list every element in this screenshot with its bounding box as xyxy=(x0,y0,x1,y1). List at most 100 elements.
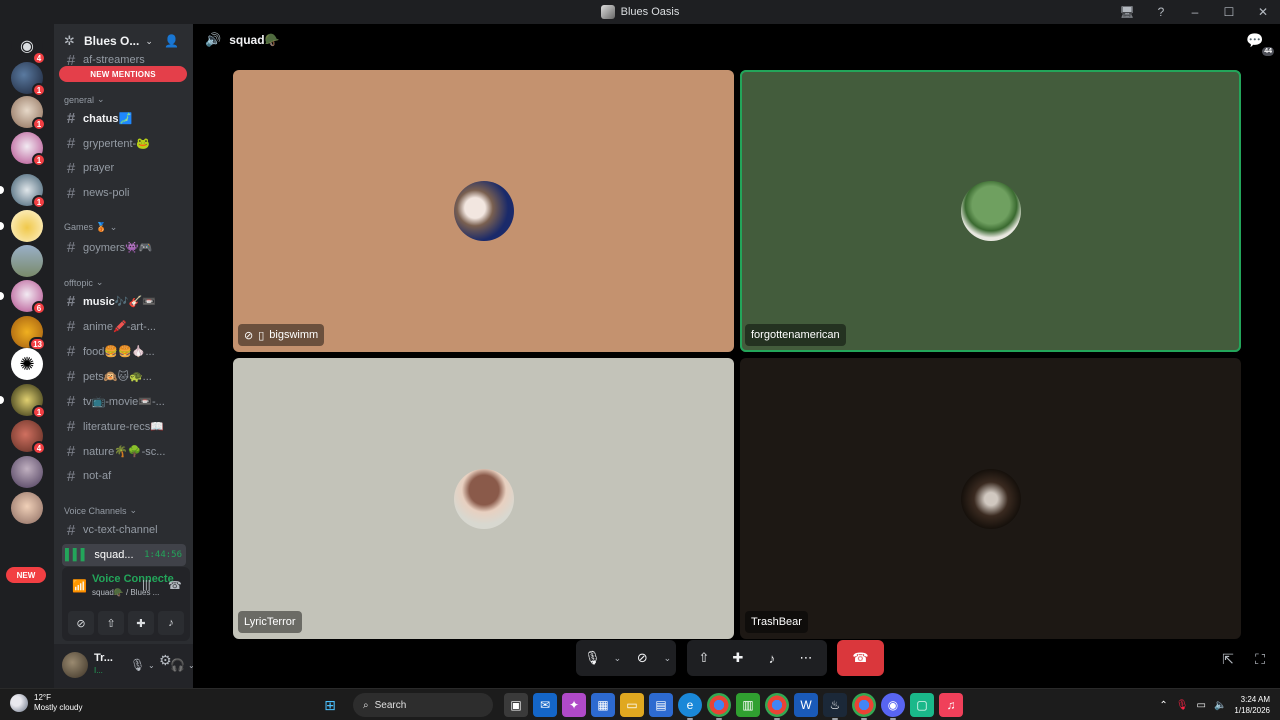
minimize-button[interactable]: – xyxy=(1178,0,1212,24)
chevron-down-icon[interactable]: ⌄ xyxy=(148,661,155,670)
participant-tile[interactable]: forgottenamerican xyxy=(740,70,1241,352)
excel-icon[interactable]: ▥ xyxy=(736,693,760,717)
server-icon[interactable]: 13 xyxy=(11,316,46,351)
chrome-icon[interactable] xyxy=(707,693,731,720)
category-offtopic[interactable]: offtopic ⌄ xyxy=(64,277,103,288)
channel-item[interactable]: # literature-recs📖 xyxy=(62,415,186,437)
user-name[interactable]: Tr... xyxy=(94,652,113,664)
server-icon[interactable]: 6 xyxy=(0,280,46,315)
invite-people-icon[interactable]: 👤 xyxy=(164,34,179,48)
channel-item[interactable]: # grypertent-🐸 xyxy=(62,132,186,154)
server-icon[interactable] xyxy=(11,245,43,277)
screen-share-button[interactable]: ⇧ xyxy=(98,611,124,635)
participant-tile[interactable]: ⊘ ▯ bigswimm xyxy=(233,70,734,352)
microphone-icon[interactable]: 🎙 xyxy=(130,658,145,672)
server-icon[interactable]: 1 xyxy=(11,62,46,97)
steam-icon[interactable]: ♨ xyxy=(823,693,847,720)
user-settings-icon[interactable]: ⚙ xyxy=(159,652,172,669)
copilot-icon[interactable]: ✦ xyxy=(562,693,586,717)
noise-suppression-icon[interactable]: ||| xyxy=(142,579,151,591)
category-name: Games 🥉 xyxy=(64,222,107,232)
help-icon[interactable]: ? xyxy=(1144,0,1178,24)
music-icon[interactable]: ♫ xyxy=(939,693,963,717)
screen-share-button[interactable]: ⇧ xyxy=(687,640,721,676)
store-icon[interactable]: ▦ xyxy=(591,693,615,717)
word-icon[interactable]: W xyxy=(794,693,818,717)
start-button[interactable]: ⊞ xyxy=(318,693,342,717)
camera-options-button[interactable]: ⌄ xyxy=(659,640,676,676)
outlook-icon[interactable]: ✉ xyxy=(533,693,557,717)
home-button[interactable]: ◉ 4 xyxy=(11,30,46,65)
channel-item[interactable]: # not-af xyxy=(62,465,186,487)
server-icon[interactable]: 1 xyxy=(11,132,46,167)
soundboard-button[interactable]: ♪ xyxy=(158,611,184,635)
server-icon[interactable] xyxy=(0,210,43,242)
camera-button[interactable]: ⊘ xyxy=(626,640,659,676)
server-icon[interactable]: 4 xyxy=(11,420,46,455)
activities-button[interactable]: ✚ xyxy=(128,611,154,635)
fullscreen-button[interactable]: ⛶ xyxy=(1250,649,1270,669)
chrome-app-icon[interactable] xyxy=(852,693,876,720)
display-icon[interactable]: ▭ xyxy=(1197,700,1206,711)
channel-item[interactable]: # tv📺-movie📼-... xyxy=(62,390,186,412)
channel-item[interactable]: # pets🙉🐱🐢... xyxy=(62,365,186,387)
category-games[interactable]: Games 🥉 ⌄ xyxy=(64,222,117,233)
channel-item[interactable]: # prayer xyxy=(62,157,186,179)
weather-widget[interactable]: 12°F Mostly cloudy xyxy=(10,693,82,713)
server-icon[interactable] xyxy=(11,456,43,488)
category-voice-channels[interactable]: Voice Channels ⌄ xyxy=(64,505,137,516)
category-general[interactable]: general ⌄ xyxy=(64,94,105,105)
new-mentions-pill[interactable]: NEW MENTIONS xyxy=(59,66,187,82)
leave-call-button[interactable]: ☎ xyxy=(837,640,884,676)
open-chat-button[interactable]: 💬 44 xyxy=(1246,32,1274,56)
discord-icon[interactable]: ◉ xyxy=(881,693,905,720)
channel-item[interactable]: # nature🌴🌳-sc... xyxy=(62,440,186,462)
channel-item[interactable]: # goymers👾🎮 xyxy=(62,236,186,258)
chevron-down-icon: ⌄ xyxy=(663,652,672,663)
popout-icon: ⇱ xyxy=(1222,650,1234,667)
chrome-profile-icon[interactable] xyxy=(765,693,789,720)
activities-button[interactable]: ✚ xyxy=(721,640,755,676)
camera-off-button[interactable]: ⊘ xyxy=(68,611,94,635)
file-explorer-icon[interactable]: ▭ xyxy=(620,693,644,717)
voice-channel-item[interactable]: ▌▌▌ squad... 1:44:56 xyxy=(62,544,186,566)
microphone-in-use-icon[interactable]: 🎙 xyxy=(1176,700,1189,711)
server-icon[interactable] xyxy=(11,492,43,524)
taskbar-search[interactable]: ⌕ Search xyxy=(353,693,493,717)
chevron-up-icon[interactable]: ⌃ xyxy=(1159,700,1167,711)
server-icon[interactable]: 1 xyxy=(0,384,46,419)
mic-options-button[interactable]: ⌄ xyxy=(609,640,626,676)
task-view-icon[interactable]: ▣ xyxy=(504,693,528,717)
close-button[interactable]: ✕ xyxy=(1246,0,1280,24)
volume-icon[interactable]: 🔈 xyxy=(1214,700,1226,711)
inbox-icon[interactable]: 🖥 xyxy=(1110,0,1144,24)
channel-item[interactable]: # news-poli xyxy=(62,182,186,204)
activity-group: ⇧ ✚ ♪ ⋯ xyxy=(687,640,827,676)
channel-item[interactable]: # chatus🗾 xyxy=(62,107,186,129)
participant-tile[interactable]: LyricTerror xyxy=(233,358,734,639)
new-servers-pill[interactable]: NEW xyxy=(6,567,46,583)
maximize-button[interactable]: ☐ xyxy=(1212,0,1246,24)
server-icon[interactable]: 1 xyxy=(11,96,46,131)
clock[interactable]: 3:24 AM 1/18/2026 xyxy=(1234,694,1270,716)
voice-status-title[interactable]: Voice Connecte xyxy=(92,573,174,585)
participant-tile[interactable]: TrashBear xyxy=(740,358,1241,639)
headphones-icon[interactable]: 🎧 xyxy=(170,658,185,672)
mute-button[interactable]: 🎙 xyxy=(576,640,609,676)
channel-item[interactable]: # af-streamers xyxy=(62,54,186,66)
avatar[interactable] xyxy=(62,652,88,678)
server-icon[interactable]: ✺ xyxy=(11,348,43,380)
channel-item[interactable]: # food🍔🍔🧄... xyxy=(62,340,186,362)
app-icon[interactable]: ▢ xyxy=(910,693,934,717)
more-options-button[interactable]: ⋯ xyxy=(789,640,823,676)
soundboard-button[interactable]: ♪ xyxy=(755,640,789,676)
popout-button[interactable]: ⇱ xyxy=(1218,649,1238,669)
server-header[interactable]: ✲ Blues O... ⌄ 👤 xyxy=(54,24,193,58)
edge-icon[interactable]: e xyxy=(678,693,702,720)
server-icon[interactable]: 1 xyxy=(0,174,46,209)
disconnect-icon[interactable]: ☎ xyxy=(168,579,182,592)
channel-item[interactable]: # anime🖍️-art-... xyxy=(62,315,186,337)
channel-item[interactable]: # music🎶🎸📼 xyxy=(62,290,186,312)
app-icon[interactable]: ▤ xyxy=(649,693,673,717)
channel-item[interactable]: # vc-text-channel xyxy=(62,519,186,541)
